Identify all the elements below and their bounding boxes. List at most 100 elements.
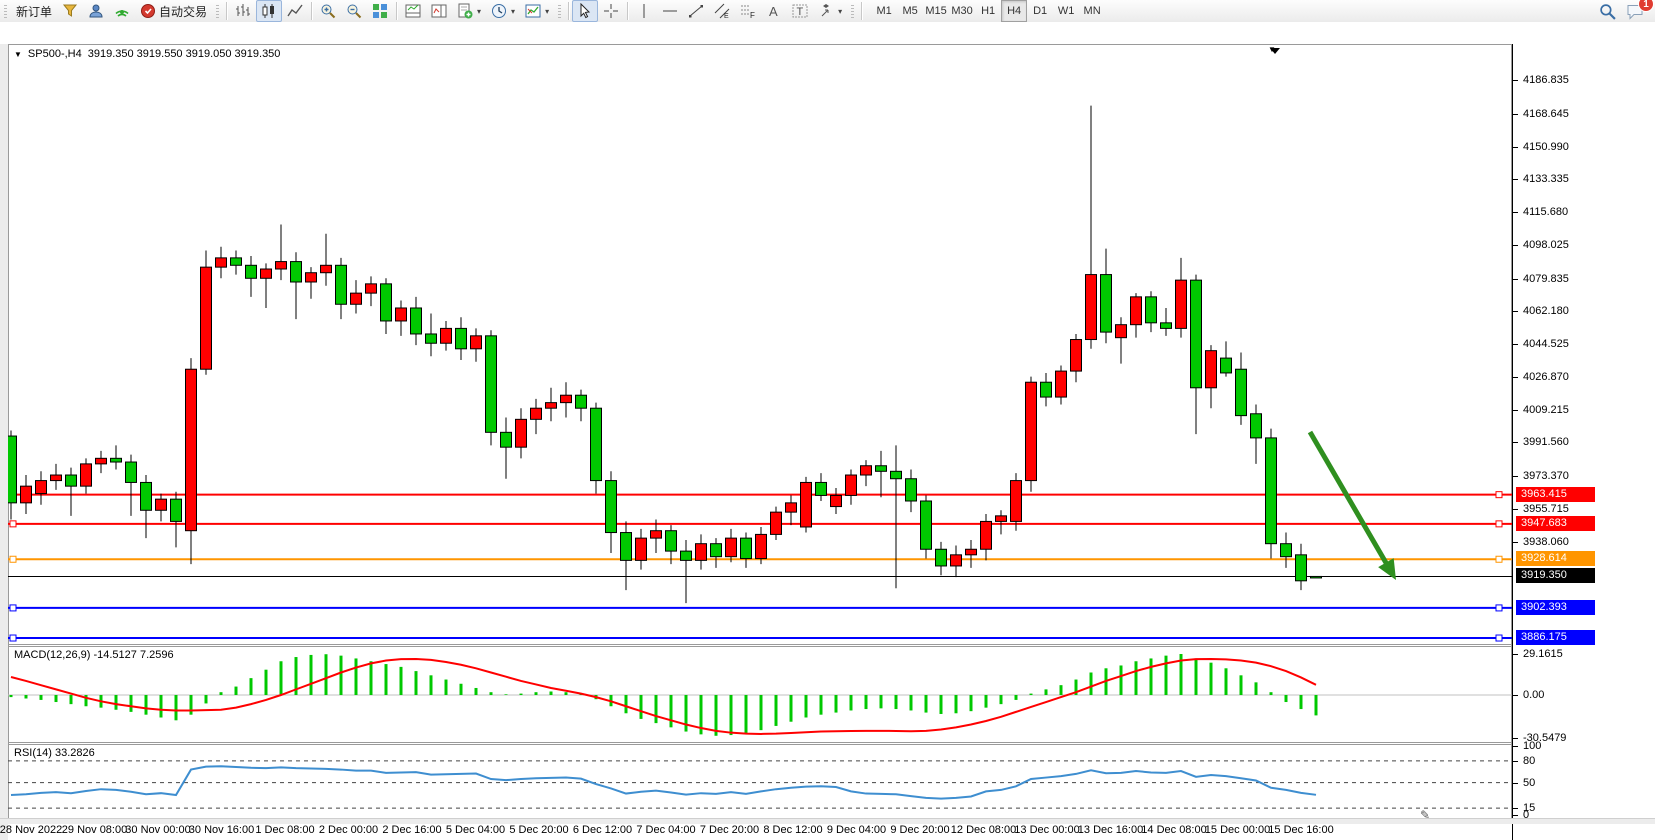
timeframe-button-d1[interactable]: D1: [1027, 0, 1053, 22]
candle: [891, 471, 902, 478]
timeframe-button-m1[interactable]: M1: [871, 0, 897, 22]
time-axis-label: 9 Dec 20:00: [890, 824, 949, 836]
trendline-icon[interactable]: [683, 0, 709, 22]
timeframe-button-h4[interactable]: H4: [1001, 0, 1027, 22]
timeframe-button-m5[interactable]: M5: [897, 0, 923, 22]
candle: [1146, 297, 1157, 323]
candle: [546, 403, 557, 409]
candle: [651, 531, 662, 538]
shapes-icon[interactable]: ▾: [813, 0, 847, 22]
toolbar-grip[interactable]: [2, 3, 9, 19]
zoom-out-icon[interactable]: [341, 0, 367, 22]
candle: [996, 516, 1007, 522]
timeframe-button-mn[interactable]: MN: [1079, 0, 1105, 22]
bar-chart-icon[interactable]: [230, 0, 256, 22]
svg-text:F: F: [750, 11, 755, 19]
price-axis-label: 4150.990: [1523, 140, 1569, 154]
fibonacci-icon[interactable]: F: [735, 0, 761, 22]
chat-icon[interactable]: 1: [1621, 0, 1649, 22]
time-axis-label: 6 Dec 12:00: [573, 824, 632, 836]
candle: [1236, 369, 1247, 415]
candle: [486, 336, 497, 433]
timeframe-button-m15[interactable]: M15: [923, 0, 949, 22]
toolbar-grip[interactable]: [556, 3, 563, 19]
toolbar-grip[interactable]: [849, 3, 856, 19]
time-axis-label: 15 Dec 00:00: [1205, 824, 1270, 836]
indicator-list-icon[interactable]: [426, 0, 452, 22]
zoom-in-icon[interactable]: [315, 0, 341, 22]
axis-tick: [1513, 212, 1518, 213]
candle: [501, 432, 512, 447]
price-axis[interactable]: 4186.8354168.6454150.9904133.3354115.680…: [1512, 44, 1655, 840]
candle: [1296, 555, 1307, 581]
add-indicator-icon[interactable]: ▾: [452, 0, 486, 22]
axis-tick: [1513, 377, 1518, 378]
pencil-icon[interactable]: ✎: [1420, 808, 1430, 822]
candle: [786, 503, 797, 512]
time-axis-label: 5 Dec 04:00: [446, 824, 505, 836]
price-level-badge: 3902.393: [1516, 600, 1595, 615]
time-axis-label: 30 Nov 00:00: [125, 824, 190, 836]
signal-icon[interactable]: [109, 0, 135, 22]
new-order-label: 新订单: [16, 3, 52, 20]
new-order-button[interactable]: 新订单: [11, 0, 57, 22]
candle: [621, 533, 632, 561]
candle: [381, 284, 392, 321]
equidistant-channel-icon[interactable]: E: [709, 0, 735, 22]
candle: [156, 499, 167, 510]
tile-windows-icon[interactable]: [367, 0, 393, 22]
profile-icon[interactable]: [83, 0, 109, 22]
search-icon[interactable]: [1594, 0, 1621, 22]
candle: [8, 436, 17, 503]
timeframe-group: M1M5M15M30H1H4D1W1MN: [871, 0, 1105, 22]
axis-tick: [1513, 738, 1518, 739]
candle: [396, 308, 407, 321]
timeframe-button-m30[interactable]: M30: [949, 0, 975, 22]
time-axis[interactable]: 28 Nov 202229 Nov 08:0030 Nov 00:0030 No…: [8, 822, 1512, 840]
candle: [711, 544, 722, 557]
crosshair-icon[interactable]: [598, 0, 624, 22]
candle: [1086, 275, 1097, 340]
candle: [366, 284, 377, 293]
candle: [126, 462, 137, 482]
candle: [726, 538, 737, 557]
candle: [1026, 382, 1037, 480]
candle: [21, 486, 32, 503]
axis-tick: [1513, 80, 1518, 81]
candlestick-chart-icon[interactable]: [256, 0, 282, 22]
time-axis-label: 7 Dec 20:00: [700, 824, 759, 836]
indicator-window-icon[interactable]: [400, 0, 426, 22]
timeframe-button-h1[interactable]: H1: [975, 0, 1001, 22]
funnel-icon[interactable]: [57, 0, 83, 22]
price-chart-canvas[interactable]: [8, 44, 1512, 840]
candle: [261, 269, 272, 278]
price-axis-label: 4168.645: [1523, 107, 1569, 121]
axis-tick: [1513, 783, 1518, 784]
candle: [561, 395, 572, 402]
chevron-down-icon: ▾: [838, 7, 842, 16]
cursor-icon[interactable]: [572, 0, 598, 22]
autotrade-button[interactable]: 自动交易: [135, 0, 212, 22]
chart-settings-icon[interactable]: ▾: [520, 0, 554, 22]
candle: [171, 499, 182, 521]
chart-ohlc-readout: 3919.350 3919.550 3919.050 3919.350: [88, 48, 281, 60]
price-axis-label: 3991.560: [1523, 435, 1569, 449]
line-chart-icon[interactable]: [282, 0, 308, 22]
horizontal-line-icon[interactable]: [657, 0, 683, 22]
time-axis-label: 7 Dec 04:00: [636, 824, 695, 836]
candle: [36, 481, 47, 494]
chevron-down-icon: ▾: [511, 7, 515, 16]
vertical-line-icon[interactable]: [631, 0, 657, 22]
price-axis-label: 4098.025: [1523, 238, 1569, 252]
timeframe-button-w1[interactable]: W1: [1053, 0, 1079, 22]
text-label-icon[interactable]: T: [787, 0, 813, 22]
collapse-triangle-icon[interactable]: ▼: [1268, 45, 1276, 54]
toolbar-grip[interactable]: [214, 3, 221, 19]
clock-icon[interactable]: ▾: [486, 0, 520, 22]
time-axis-label: 12 Dec 08:00: [951, 824, 1016, 836]
candle: [231, 258, 242, 265]
chevron-down-icon[interactable]: ▼: [14, 50, 22, 59]
text-icon[interactable]: A: [761, 0, 787, 22]
price-axis-label: 3938.060: [1523, 535, 1569, 549]
svg-text:A: A: [769, 4, 778, 19]
